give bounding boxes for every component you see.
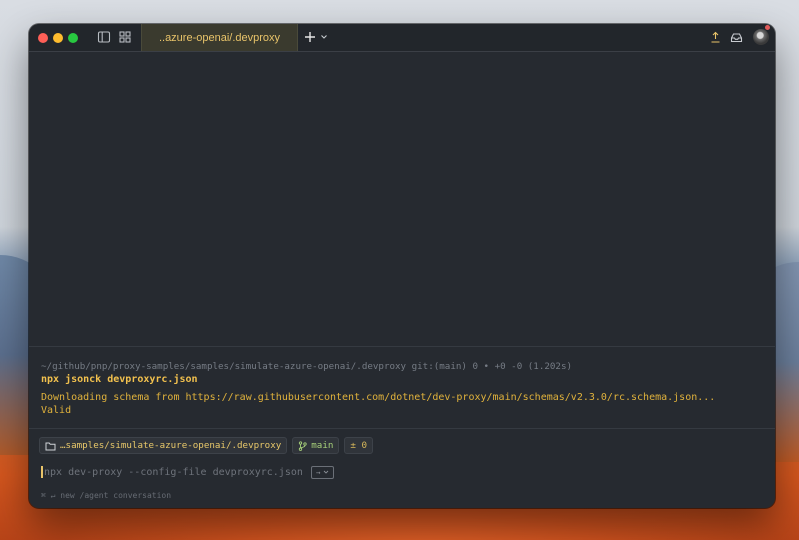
- zoom-window-button[interactable]: [68, 33, 78, 43]
- chevron-down-icon[interactable]: [320, 33, 328, 41]
- title-bar: ..azure-openai/.devproxy: [29, 24, 775, 52]
- context-chips: …samples/simulate-azure-openai/.devproxy…: [39, 437, 374, 454]
- upload-icon[interactable]: [709, 31, 722, 44]
- diff-chip-label: ± 0: [350, 440, 368, 451]
- plus-icon[interactable]: [303, 30, 317, 44]
- avatar[interactable]: [753, 29, 769, 45]
- block-command[interactable]: npx jsonck devproxyrc.json: [41, 374, 198, 385]
- folder-icon: [45, 442, 56, 450]
- notification-badge: [765, 25, 770, 30]
- command-input[interactable]: npx dev-proxy --config-file devproxyrc.j…: [41, 465, 335, 479]
- branch-chip[interactable]: main: [292, 437, 340, 454]
- input-divider: [29, 428, 775, 429]
- diff-chip[interactable]: ± 0: [344, 437, 374, 454]
- sidebar-toggle-icon[interactable]: [97, 30, 111, 44]
- grid-icon[interactable]: [118, 30, 132, 44]
- text-cursor: [41, 466, 43, 478]
- git-branch-icon: [299, 440, 307, 451]
- accept-suggestion-button[interactable]: →: [310, 465, 335, 479]
- block-prompt-path: ~/github/pnp/proxy-samples/samples/simul…: [41, 361, 573, 372]
- tab-title: ..azure-openai/.devproxy: [158, 31, 281, 44]
- close-window-button[interactable]: [38, 33, 48, 43]
- accept-key-label: →: [315, 467, 321, 477]
- agent-hint: ⌘ ↵ new /agent conversation: [41, 491, 172, 500]
- minimize-window-button[interactable]: [53, 33, 63, 43]
- output-line: Downloading schema from https://raw.gith…: [41, 392, 716, 403]
- tab-devproxy[interactable]: ..azure-openai/.devproxy: [141, 24, 298, 51]
- directory-chip-label: …samples/simulate-azure-openai/.devproxy: [60, 440, 282, 451]
- branch-chip-label: main: [311, 440, 334, 451]
- output-line: Valid: [41, 405, 72, 416]
- block-divider: [29, 346, 775, 347]
- inbox-icon[interactable]: [730, 31, 743, 44]
- directory-chip[interactable]: …samples/simulate-azure-openai/.devproxy: [39, 437, 288, 454]
- terminal-window: ..azure-openai/.devproxy ~/github/pnp/pr…: [29, 24, 775, 508]
- autosuggestion: npx dev-proxy --config-file devproxyrc.j…: [44, 466, 303, 478]
- chevron-down-icon: [324, 470, 329, 474]
